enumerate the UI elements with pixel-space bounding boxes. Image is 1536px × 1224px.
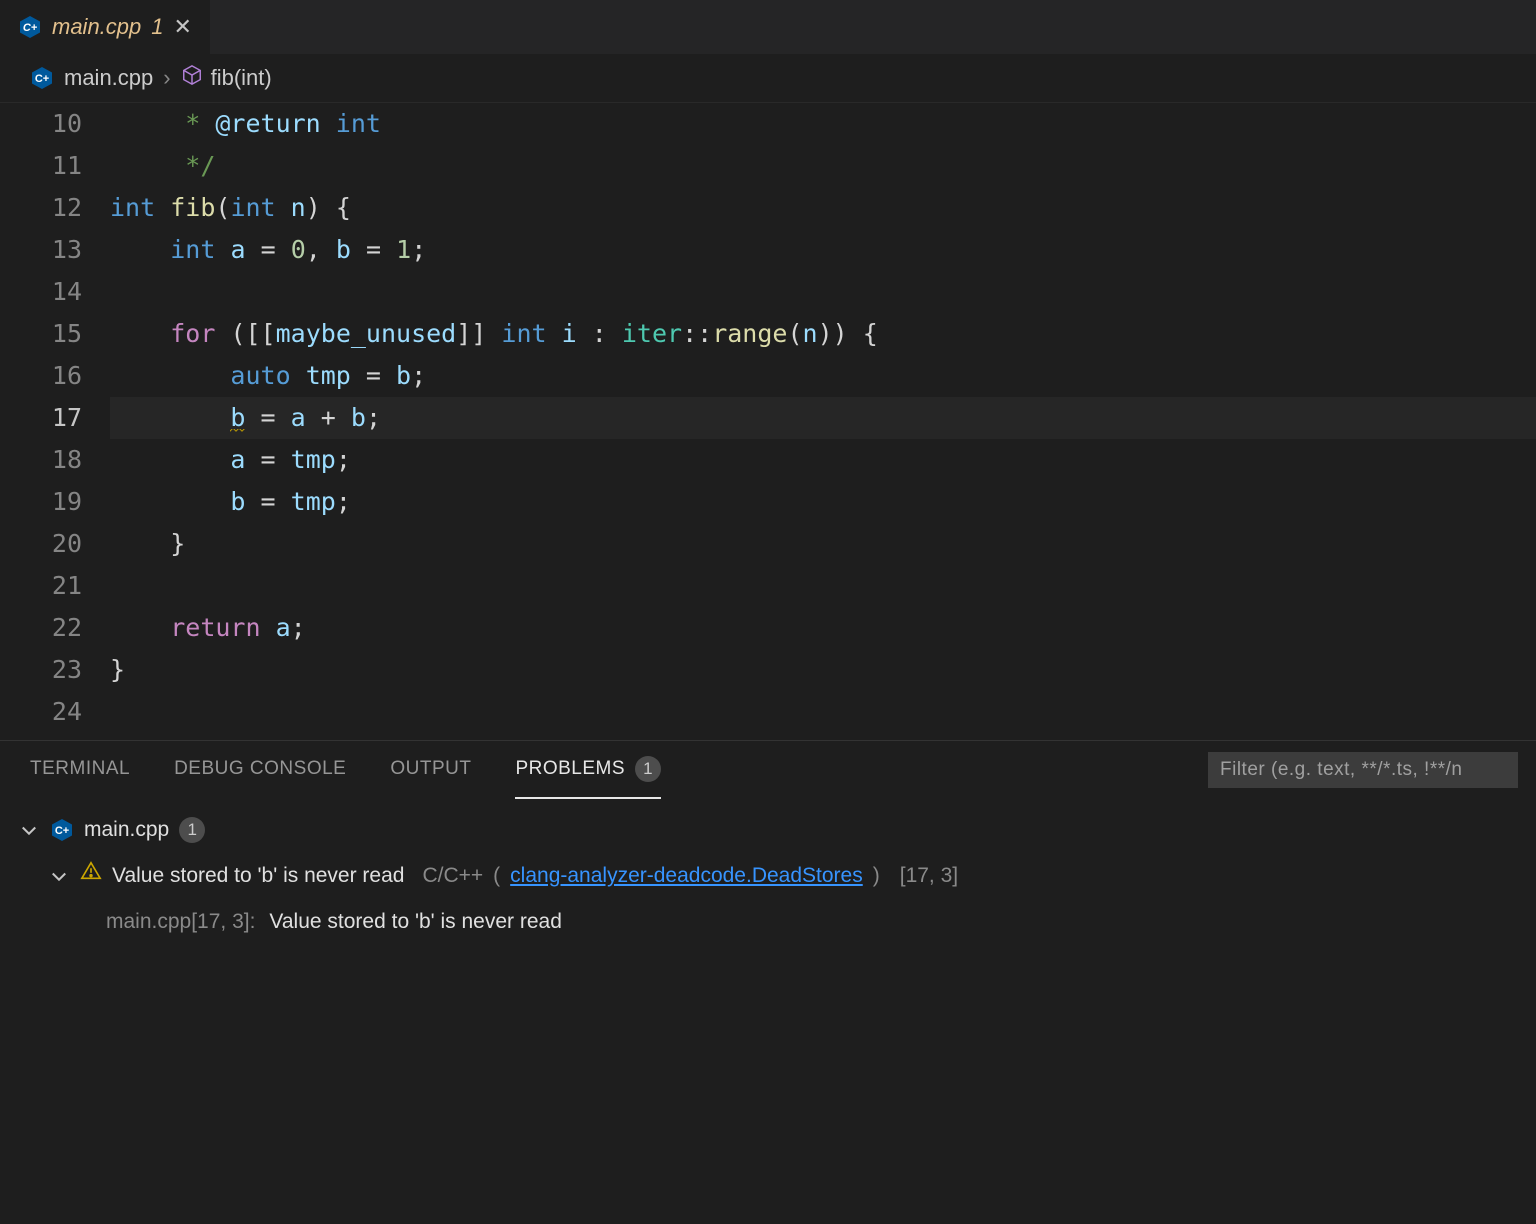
problem-message: Value stored to 'b' is never read [112,853,404,899]
code-area[interactable]: * @return int */int fib(int n) { int a =… [110,103,1536,733]
line-number: 21 [0,565,110,607]
warning-icon [80,853,102,899]
problem-rule-link[interactable]: clang-analyzer-deadcode.DeadStores [510,853,863,899]
panel-tab-terminal[interactable]: TERMINAL [30,741,130,799]
code-line[interactable]: } [110,523,1536,565]
problems-count-badge: 1 [635,756,661,782]
code-line[interactable]: */ [110,145,1536,187]
code-line[interactable]: int fib(int n) { [110,187,1536,229]
problem-related-info[interactable]: main.cpp[17, 3]: Value stored to 'b' is … [18,899,1536,945]
symbol-method-icon [181,64,203,92]
problems-file-row[interactable]: C+ main.cpp 1 [18,807,1536,853]
panel-tab-debug[interactable]: DEBUG CONSOLE [174,741,346,799]
panel-tab-problems[interactable]: PROBLEMS 1 [515,741,661,799]
breadcrumb-file[interactable]: main.cpp [64,65,153,91]
code-line[interactable]: b = a + b; [110,397,1536,439]
tab-bar-empty [210,0,1536,54]
panel-tab-output[interactable]: OUTPUT [390,741,471,799]
line-number: 14 [0,271,110,313]
code-line[interactable]: return a; [110,607,1536,649]
related-info-message: Value stored to 'b' is never read [269,899,561,945]
breadcrumb-separator: › [163,65,170,91]
problems-list: C+ main.cpp 1 Value stored to 'b' is nev… [0,799,1536,959]
code-line[interactable]: a = tmp; [110,439,1536,481]
panel-tab-problems-label: PROBLEMS [515,758,625,780]
bottom-panel: TERMINAL DEBUG CONSOLE OUTPUT PROBLEMS 1… [0,740,1536,959]
tab-filename: main.cpp [52,14,141,40]
close-tab-icon[interactable]: ✕ [174,14,192,40]
breadcrumb[interactable]: C+ main.cpp › fib(int) [0,54,1536,102]
related-info-prefix: main.cpp[17, 3]: [106,899,255,945]
tab-bar: C+ main.cpp 1 ✕ [0,0,1536,54]
cpp-file-icon: C+ [18,15,42,39]
chevron-down-icon[interactable] [18,820,40,840]
code-line[interactable] [110,691,1536,733]
code-editor[interactable]: 101112131415161718192021222324 * @return… [0,102,1536,740]
code-line[interactable] [110,271,1536,313]
code-line[interactable] [110,565,1536,607]
line-number-gutter: 101112131415161718192021222324 [0,103,110,740]
code-line[interactable]: for ([[maybe_unused]] int i : iter::rang… [110,313,1536,355]
cpp-file-icon: C+ [50,818,74,842]
code-line[interactable]: b = tmp; [110,481,1536,523]
line-number: 20 [0,523,110,565]
problem-entry[interactable]: Value stored to 'b' is never read C/C++ … [18,853,1536,899]
problems-file-count-badge: 1 [179,817,205,843]
line-number: 11 [0,145,110,187]
line-number: 15 [0,313,110,355]
svg-text:C+: C+ [23,22,38,34]
tab-dirty-indicator: 1 [151,14,163,40]
svg-text:C+: C+ [55,825,69,837]
svg-text:C+: C+ [35,73,49,85]
line-number: 13 [0,229,110,271]
cpp-file-icon: C+ [30,66,54,90]
code-line[interactable]: int a = 0, b = 1; [110,229,1536,271]
line-number: 12 [0,187,110,229]
line-number: 18 [0,439,110,481]
code-line[interactable]: auto tmp = b; [110,355,1536,397]
line-number: 16 [0,355,110,397]
line-number: 22 [0,607,110,649]
problems-file-name: main.cpp [84,807,169,853]
line-number: 10 [0,103,110,145]
code-line[interactable]: * @return int [110,103,1536,145]
line-number: 19 [0,481,110,523]
problem-source: C/C++ [422,853,483,899]
code-line[interactable]: } [110,649,1536,691]
problem-location: [17, 3] [900,853,958,899]
line-number: 24 [0,691,110,733]
problems-filter-input[interactable]: Filter (e.g. text, **/*.ts, !**/n [1208,752,1518,788]
chevron-down-icon[interactable] [48,866,70,886]
editor-tab-main[interactable]: C+ main.cpp 1 ✕ [0,0,210,54]
breadcrumb-symbol[interactable]: fib(int) [181,64,272,92]
line-number: 17 [0,397,110,439]
breadcrumb-symbol-label: fib(int) [211,65,272,91]
problems-filter-placeholder: Filter (e.g. text, **/*.ts, !**/n [1220,759,1462,781]
line-number: 23 [0,649,110,691]
panel-tab-bar: TERMINAL DEBUG CONSOLE OUTPUT PROBLEMS 1… [0,741,1536,799]
